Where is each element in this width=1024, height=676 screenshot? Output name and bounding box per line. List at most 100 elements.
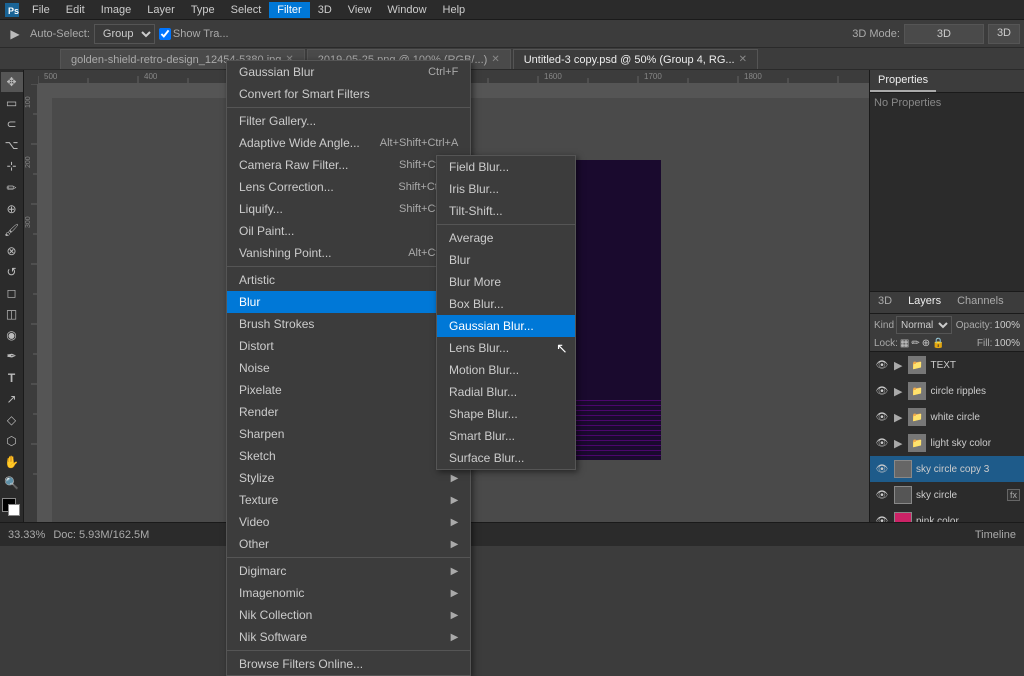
tool-lasso[interactable]: ⊂ bbox=[1, 114, 23, 134]
show-transform-checkbox[interactable] bbox=[159, 28, 171, 40]
tab-2-close[interactable]: ✕ bbox=[739, 54, 747, 65]
filter-menu-item-sketch[interactable]: Sketch ▶ bbox=[227, 445, 470, 467]
layer-expand-white-circle[interactable]: ▶ bbox=[894, 411, 902, 424]
menu-edit[interactable]: Edit bbox=[58, 2, 93, 18]
filter-menu-item-artistic[interactable]: Artistic ▶ bbox=[227, 269, 470, 291]
tool-zoom[interactable]: 🔍 bbox=[1, 473, 23, 493]
menu-select[interactable]: Select bbox=[223, 2, 270, 18]
tool-spot-heal[interactable]: ⊕ bbox=[1, 199, 23, 219]
layer-expand-text[interactable]: ▶ bbox=[894, 359, 902, 372]
filter-menu-item-filter-gallery[interactable]: Filter Gallery... bbox=[227, 110, 470, 132]
blur-submenu-box-blur[interactable]: Box Blur... bbox=[437, 293, 575, 315]
layer-row-light-sky[interactable]: 👁 ▶ 📁 light sky color bbox=[870, 430, 1024, 456]
blur-submenu-iris-blur[interactable]: Iris Blur... bbox=[437, 178, 575, 200]
3d-mode-btn[interactable]: 3D bbox=[904, 24, 984, 44]
tool-path-select[interactable]: ↗ bbox=[1, 389, 23, 409]
tab-channels[interactable]: Channels bbox=[949, 292, 1011, 313]
menu-window[interactable]: Window bbox=[379, 2, 434, 18]
filter-menu-item-gaussian-blur[interactable]: Gaussian Blur Ctrl+F bbox=[227, 61, 470, 83]
menu-image[interactable]: Image bbox=[93, 2, 140, 18]
blur-submenu-tilt-shift[interactable]: Tilt-Shift... bbox=[437, 200, 575, 222]
filter-menu-item-stylize[interactable]: Stylize ▶ bbox=[227, 467, 470, 489]
menu-help[interactable]: Help bbox=[435, 2, 474, 18]
tool-pen[interactable]: ✒ bbox=[1, 346, 23, 366]
layer-eye-white-circle[interactable]: 👁 bbox=[874, 409, 890, 425]
filter-menu-item-digimarc[interactable]: Digimarc ▶ bbox=[227, 560, 470, 582]
tab-2[interactable]: Untitled-3 copy.psd @ 50% (Group 4, RG..… bbox=[513, 49, 758, 69]
layer-eye-text[interactable]: 👁 bbox=[874, 357, 890, 373]
auto-select-dropdown[interactable]: Group Layer bbox=[94, 24, 155, 44]
layer-row-text[interactable]: 👁 ▶ 📁 TEXT bbox=[870, 352, 1024, 378]
menu-view[interactable]: View bbox=[340, 2, 380, 18]
tool-crop[interactable]: ⊹ bbox=[1, 156, 23, 176]
blur-submenu-radial-blur[interactable]: Radial Blur... bbox=[437, 381, 575, 403]
filter-menu-item-imagenomic[interactable]: Imagenomic ▶ bbox=[227, 582, 470, 604]
timeline-label[interactable]: Timeline bbox=[975, 529, 1016, 541]
filter-menu-item-distort[interactable]: Distort ▶ bbox=[227, 335, 470, 357]
filter-menu-item-browse[interactable]: Browse Filters Online... bbox=[227, 653, 470, 675]
layer-eye-circle-ripples[interactable]: 👁 bbox=[874, 383, 890, 399]
tool-hand[interactable]: ✋ bbox=[1, 452, 23, 472]
tab-layers[interactable]: Layers bbox=[900, 292, 949, 313]
layer-expand-circle-ripples[interactable]: ▶ bbox=[894, 385, 902, 398]
filter-menu-item-nik-collection[interactable]: Nik Collection ▶ bbox=[227, 604, 470, 626]
blur-submenu-motion-blur[interactable]: Motion Blur... bbox=[437, 359, 575, 381]
menu-type[interactable]: Type bbox=[183, 2, 223, 18]
filter-menu-item-blur[interactable]: Blur ▶ bbox=[227, 291, 470, 313]
tool-brush[interactable]: 🖌 bbox=[1, 220, 23, 240]
blur-submenu-lens-blur[interactable]: Lens Blur... bbox=[437, 337, 575, 359]
background-color[interactable] bbox=[8, 504, 20, 516]
blur-submenu-smart-blur[interactable]: Smart Blur... bbox=[437, 425, 575, 447]
filter-menu-item-brush-strokes[interactable]: Brush Strokes ▶ bbox=[227, 313, 470, 335]
layer-row-circle-ripples[interactable]: 👁 ▶ 📁 circle ripples bbox=[870, 378, 1024, 404]
layer-row-pink-color[interactable]: 👁 pink color bbox=[870, 508, 1024, 522]
blur-submenu-blur[interactable]: Blur bbox=[437, 249, 575, 271]
filter-menu-item-pixelate[interactable]: Pixelate ▶ bbox=[227, 379, 470, 401]
layer-eye-sky-circle[interactable]: 👁 bbox=[874, 487, 890, 503]
lock-position-btn[interactable]: ⊕ bbox=[922, 338, 930, 349]
tab-properties[interactable]: Properties bbox=[870, 70, 936, 92]
tool-eraser[interactable]: ◻ bbox=[1, 283, 23, 303]
tool-3d[interactable]: ⬡ bbox=[1, 431, 23, 451]
lock-pixels-btn[interactable]: ✏ bbox=[911, 338, 919, 349]
tool-shape[interactable]: ◇ bbox=[1, 410, 23, 430]
tool-select-rect[interactable]: ▭ bbox=[1, 93, 23, 113]
layer-row-sky-circle[interactable]: 👁 sky circle fx bbox=[870, 482, 1024, 508]
blur-submenu-blur-more[interactable]: Blur More bbox=[437, 271, 575, 293]
tool-clone[interactable]: ⊗ bbox=[1, 241, 23, 261]
filter-menu-item-vanishing-point[interactable]: Vanishing Point... Alt+Ctrl+V bbox=[227, 242, 470, 264]
blur-submenu-gaussian-blur[interactable]: Gaussian Blur... bbox=[437, 315, 575, 337]
filter-menu-item-render[interactable]: Render ▶ bbox=[227, 401, 470, 423]
filter-menu-item-lens-correction[interactable]: Lens Correction... Shift+Ctrl+R bbox=[227, 176, 470, 198]
3d-btn[interactable]: 3D bbox=[988, 24, 1020, 44]
filter-menu-item-sharpen[interactable]: Sharpen ▶ bbox=[227, 423, 470, 445]
tab-3d[interactable]: 3D bbox=[870, 292, 900, 313]
menu-file[interactable]: File bbox=[24, 2, 58, 18]
menu-layer[interactable]: Layer bbox=[139, 2, 183, 18]
filter-menu-item-texture[interactable]: Texture ▶ bbox=[227, 489, 470, 511]
toolbar-arrow-btn[interactable]: ▶ bbox=[4, 23, 26, 45]
layer-row-sky-circle-copy3[interactable]: 👁 sky circle copy 3 bbox=[870, 456, 1024, 482]
blur-submenu-field-blur[interactable]: Field Blur... bbox=[437, 156, 575, 178]
tab-1-close[interactable]: ✕ bbox=[491, 54, 499, 65]
layer-expand-light-sky[interactable]: ▶ bbox=[894, 437, 902, 450]
filter-menu-item-liquify[interactable]: Liquify... Shift+Ctrl+X bbox=[227, 198, 470, 220]
filter-menu-item-convert-smart[interactable]: Convert for Smart Filters bbox=[227, 83, 470, 105]
tool-magic-wand[interactable]: ⌥ bbox=[1, 135, 23, 155]
tool-history-brush[interactable]: ↺ bbox=[1, 262, 23, 282]
layer-eye-light-sky[interactable]: 👁 bbox=[874, 435, 890, 451]
filter-menu-item-camera-raw[interactable]: Camera Raw Filter... Shift+Ctrl+A bbox=[227, 154, 470, 176]
layer-eye-sky-circle-copy3[interactable]: 👁 bbox=[874, 461, 890, 477]
blur-submenu-shape-blur[interactable]: Shape Blur... bbox=[437, 403, 575, 425]
lock-transparent-btn[interactable]: ▦ bbox=[900, 338, 909, 349]
blur-submenu-average[interactable]: Average bbox=[437, 227, 575, 249]
menu-filter[interactable]: Filter bbox=[269, 2, 309, 18]
tool-gradient[interactable]: ◫ bbox=[1, 304, 23, 324]
tool-move[interactable]: ✥ bbox=[1, 72, 23, 92]
layer-eye-pink-color[interactable]: 👁 bbox=[874, 513, 890, 522]
tool-dodge[interactable]: ◉ bbox=[1, 325, 23, 345]
blur-submenu-surface-blur[interactable]: Surface Blur... bbox=[437, 447, 575, 469]
tool-type[interactable]: T bbox=[1, 368, 23, 388]
layer-row-white-circle[interactable]: 👁 ▶ 📁 white circle bbox=[870, 404, 1024, 430]
filter-menu-item-noise[interactable]: Noise ▶ bbox=[227, 357, 470, 379]
